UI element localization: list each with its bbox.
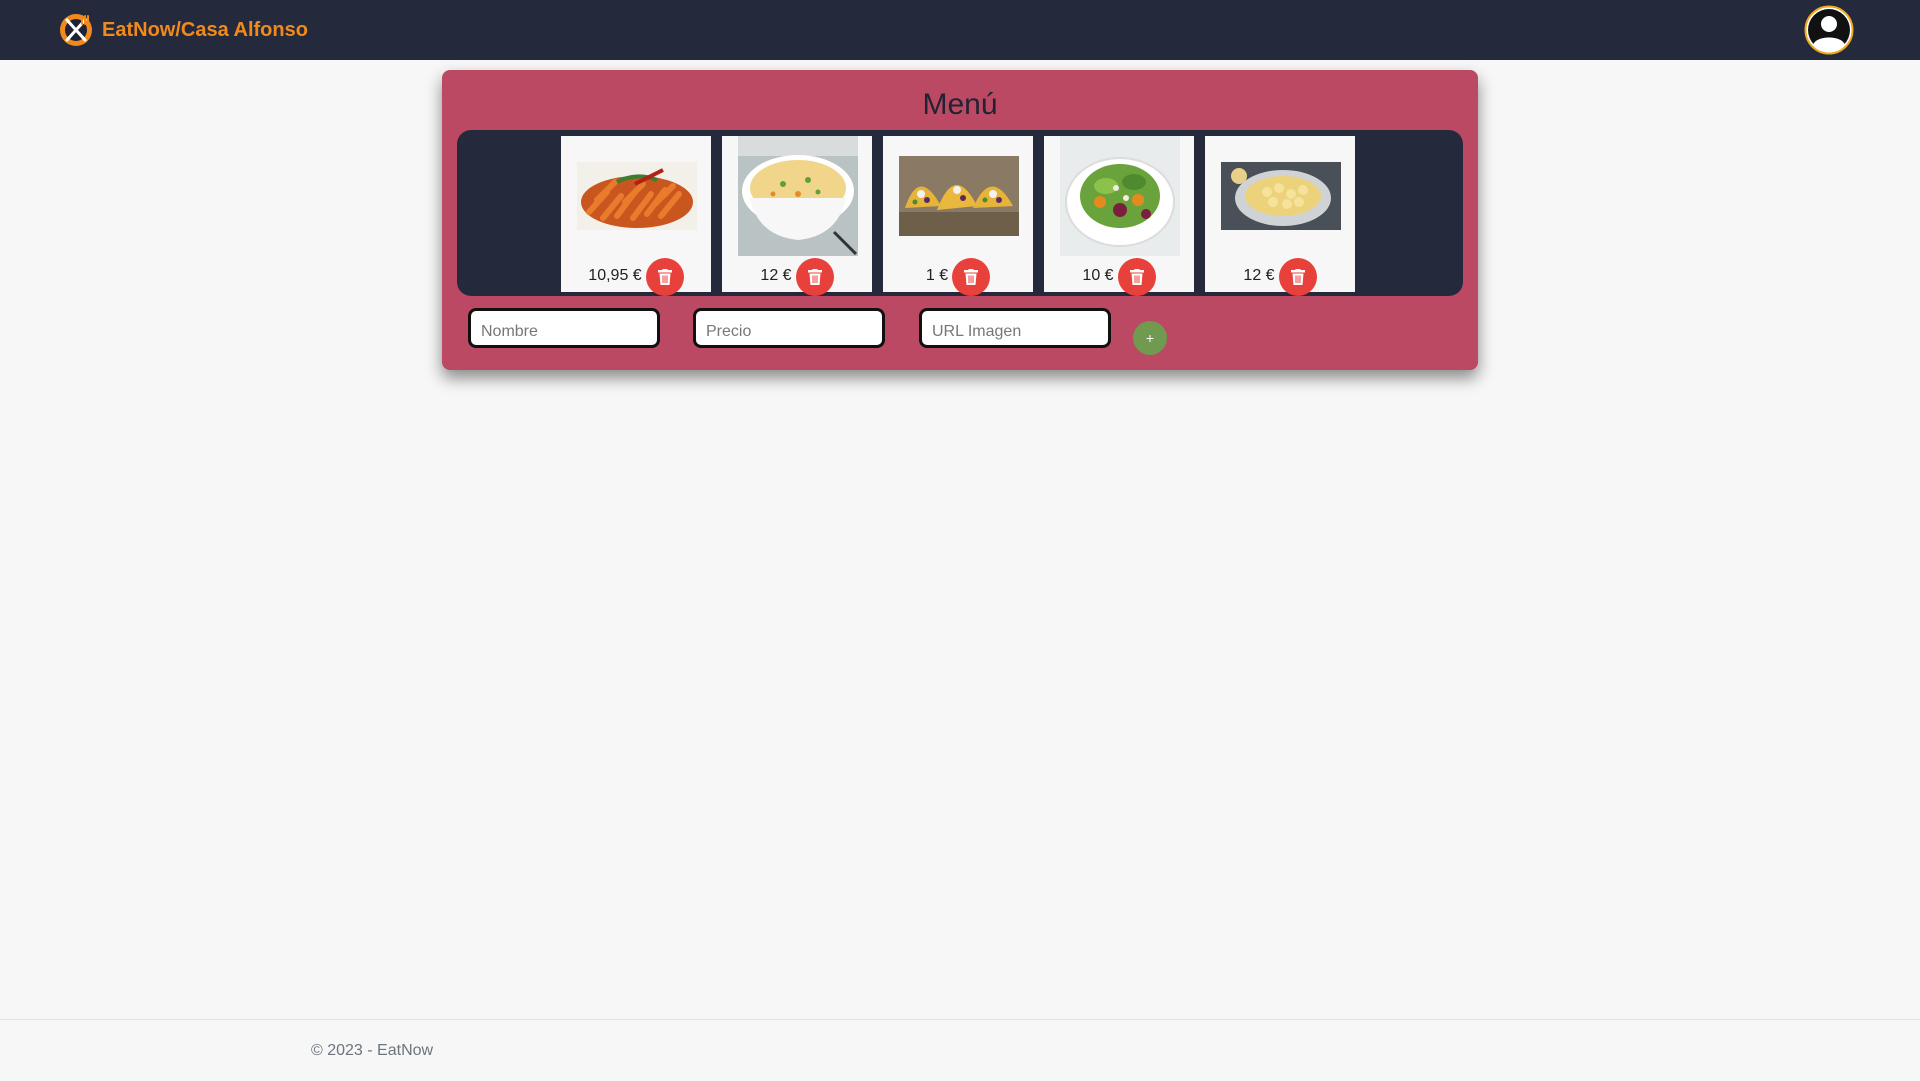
- item-price: 1 €: [925, 267, 949, 284]
- menu-item-card: 10 €: [1044, 136, 1194, 296]
- eatnow-logo-icon: [60, 14, 92, 46]
- menu-items-strip: 10,95 € 12 € 1 € 10 € 12 €: [457, 130, 1463, 296]
- menu-item-card: 1 €: [883, 136, 1033, 296]
- item-price: 10 €: [1082, 267, 1114, 284]
- price-row: 12 €: [722, 258, 872, 296]
- delete-item-button[interactable]: [1117, 258, 1156, 296]
- price-input[interactable]: [693, 308, 885, 348]
- user-avatar-icon: [1804, 5, 1854, 55]
- tacos-image: [899, 156, 1019, 236]
- footer: © 2023 - EatNow: [0, 1019, 1920, 1081]
- menu-title: Menú: [922, 88, 998, 121]
- name-input[interactable]: [468, 308, 660, 348]
- item-price: 10,95 €: [588, 267, 642, 284]
- delete-item-button[interactable]: [1278, 258, 1317, 296]
- menu-item-card: 12 €: [722, 136, 872, 296]
- trash-icon: [657, 269, 672, 285]
- footer-copyright: © 2023 - EatNow: [311, 1042, 434, 1059]
- price-row: 1 €: [883, 258, 1033, 296]
- item-price: 12 €: [760, 267, 792, 284]
- user-avatar-button[interactable]: [1804, 5, 1854, 55]
- brand-name: EatNow/Casa Alfonso: [102, 18, 308, 41]
- top-navbar: EatNow/Casa Alfonso: [0, 0, 1920, 60]
- trash-icon: [807, 269, 822, 285]
- price-row: 10,95 €: [561, 258, 711, 296]
- salad-image: [1060, 136, 1180, 256]
- soup-bowl-image: [738, 136, 858, 256]
- trash-icon: [1290, 269, 1305, 285]
- trash-icon: [964, 269, 979, 285]
- delete-item-button[interactable]: [952, 258, 991, 296]
- menu-item-card: 10,95 €: [561, 136, 711, 296]
- image-url-input[interactable]: [919, 308, 1111, 348]
- mac-and-cheese-image: [1221, 162, 1341, 230]
- delete-item-button[interactable]: [795, 258, 834, 296]
- item-price: 12 €: [1243, 267, 1275, 284]
- price-row: 10 €: [1044, 258, 1194, 296]
- menu-item-card: 12 €: [1205, 136, 1355, 296]
- trash-icon: [1129, 269, 1144, 285]
- add-item-button[interactable]: +: [1133, 321, 1167, 355]
- menu-panel: Menú 10,95 € 12 € 1 € 10 € 12 € Nombre P…: [442, 70, 1478, 370]
- delete-item-button[interactable]: [645, 258, 684, 296]
- price-row: 12 €: [1205, 258, 1355, 296]
- brand-link[interactable]: EatNow/Casa Alfonso: [58, 10, 308, 50]
- pasta-penne-image: [577, 162, 697, 230]
